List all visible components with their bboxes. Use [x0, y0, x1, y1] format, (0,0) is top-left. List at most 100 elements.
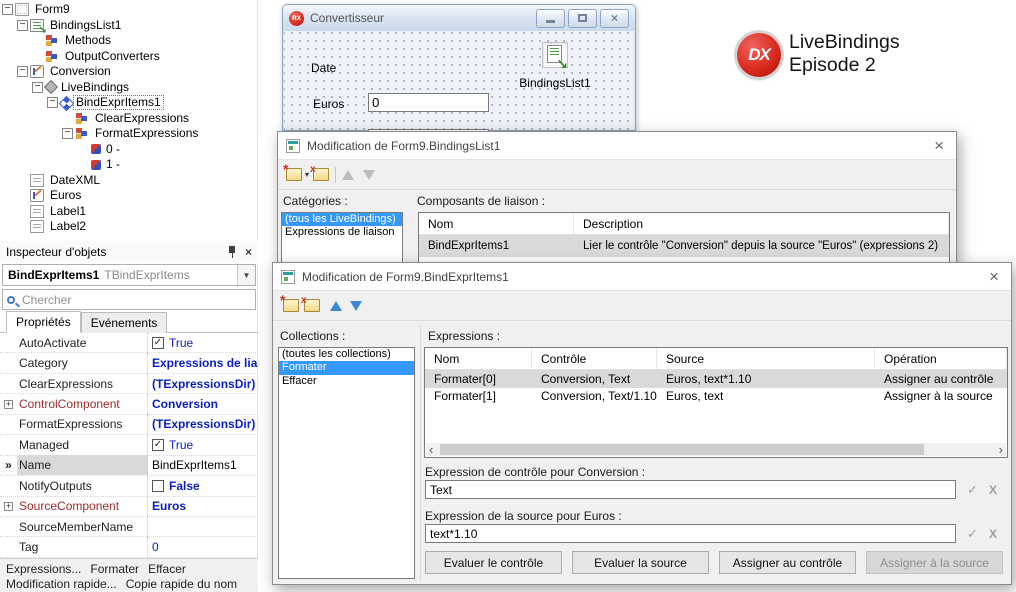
collapse-icon[interactable]: − [17, 20, 28, 31]
collapse-icon[interactable]: − [17, 66, 28, 77]
tree-node-euros[interactable]: Euros [0, 188, 258, 204]
category-item-all[interactable]: (tous les LiveBindings) [282, 213, 402, 226]
property-row-tag[interactable]: Tag 0 [0, 537, 258, 557]
bindingslist-dialog-titlebar[interactable]: Modification de Form9.BindingsList1 × [278, 132, 956, 160]
close-button[interactable]: × [600, 9, 629, 28]
cancel-x-icon[interactable]: X [989, 483, 997, 497]
scroll-right-icon[interactable]: › [999, 443, 1003, 456]
tab-evenements[interactable]: Evénements [81, 312, 168, 333]
property-row-managed[interactable]: Managed True [0, 435, 258, 455]
source-expression-input[interactable] [425, 524, 956, 543]
checkbox-checked[interactable] [152, 439, 164, 451]
tree-node-expression-1[interactable]: 1 - [0, 157, 258, 173]
bindexpritems-dialog: Modification de Form9.BindExprItems1 × *… [272, 262, 1012, 585]
property-row-notifyoutputs[interactable]: NotifyOutputs False [0, 476, 258, 496]
add-item-icon[interactable]: * [286, 168, 302, 181]
property-row-sourcecomponent[interactable]: + SourceComponent Euros [0, 497, 258, 517]
tree-node-label1[interactable]: Label1 [0, 204, 258, 220]
panel-splitter[interactable] [420, 325, 421, 581]
tree-node-form9[interactable]: − Form9 [0, 2, 258, 18]
collapse-icon[interactable]: − [62, 128, 73, 139]
scrollbar-thumb[interactable] [440, 444, 924, 455]
form-designer-surface[interactable]: Date Euros Dollars US ↘ BindingsList1 [284, 31, 634, 130]
column-header-nom[interactable]: Nom [425, 348, 532, 369]
control-expression-input[interactable] [425, 480, 956, 499]
expression-row-0[interactable]: Formater[0] Conversion, Text Euros, text… [425, 370, 1007, 388]
checkbox-checked[interactable] [152, 337, 164, 349]
inspector-search[interactable] [2, 289, 256, 310]
close-icon[interactable]: × [985, 269, 1003, 285]
apply-check-icon[interactable]: ✓ [967, 482, 978, 498]
tab-proprietes[interactable]: Propriétés [6, 311, 81, 333]
delete-item-icon[interactable]: x [304, 299, 320, 312]
tree-node-outputconverters[interactable]: OutputConverters [0, 49, 258, 65]
column-header-controle[interactable]: Contrôle [532, 348, 657, 369]
property-row-controlcomponent[interactable]: + ControlComponent Conversion [0, 394, 258, 414]
property-row-autoactivate[interactable]: AutoActivate True [0, 333, 258, 353]
chevron-down-icon[interactable]: ▾ [305, 170, 309, 179]
property-row-clearexpressions[interactable]: ClearExpressions (TExpressionsDir) [0, 374, 258, 394]
minimize-button[interactable] [536, 9, 565, 28]
tree-node-conversion[interactable]: − Conversion [0, 64, 258, 80]
assign-source-button[interactable]: Assigner à la source [866, 551, 1003, 574]
delete-item-icon[interactable]: x [313, 168, 329, 181]
tree-node-bindexpritems1[interactable]: − BindExprItems1 [0, 95, 258, 111]
collapse-icon[interactable]: − [2, 4, 13, 15]
add-item-icon[interactable]: * [283, 299, 299, 312]
collapse-icon[interactable]: − [47, 97, 58, 108]
column-header-description[interactable]: Description [574, 213, 949, 234]
collection-item-all[interactable]: (toutes les collections) [279, 348, 414, 361]
search-input[interactable] [20, 292, 251, 308]
property-row-name[interactable]: » Name BindExprItems1 [0, 456, 258, 476]
tree-node-livebindings[interactable]: − LiveBindings [0, 80, 258, 96]
footer-link-modification-rapide[interactable]: Modification rapide... [6, 577, 117, 591]
object-selector[interactable]: BindExprItems1 TBindExprItems ▼ [2, 264, 256, 286]
move-up-icon[interactable] [342, 170, 354, 180]
component-row-bindexpritems1[interactable]: BindExprItems1 Lier le contrôle "Convers… [419, 235, 949, 257]
collection-item-effacer[interactable]: Effacer [279, 375, 414, 388]
tree-node-expression-0[interactable]: 0 - [0, 142, 258, 158]
evaluate-source-button[interactable]: Evaluer la source [572, 551, 709, 574]
move-down-icon[interactable] [363, 170, 375, 180]
property-row-sourcemembername[interactable]: SourceMemberName [0, 517, 258, 537]
tree-node-formatexpressions[interactable]: − FormatExpressions [0, 126, 258, 142]
dropdown-button[interactable]: ▼ [237, 265, 255, 285]
property-row-formatexpressions[interactable]: FormatExpressions (TExpressionsDir) [0, 415, 258, 435]
maximize-button[interactable] [568, 9, 597, 28]
converter-titlebar[interactable]: RX Convertisseur × [283, 5, 635, 31]
expression-row-1[interactable]: Formater[1] Conversion, Text/1.10 Euros,… [425, 388, 1007, 406]
collection-item-formater[interactable]: Formater [279, 361, 414, 374]
evaluate-control-button[interactable]: Evaluer le contrôle [425, 551, 562, 574]
footer-link-formater[interactable]: Formater [90, 562, 139, 576]
tree-node-bindingslist1[interactable]: − BindingsList1 [0, 18, 258, 34]
assign-control-button[interactable]: Assigner au contrôle [719, 551, 856, 574]
bindexpritems-dialog-titlebar[interactable]: Modification de Form9.BindExprItems1 × [273, 263, 1011, 291]
tree-node-clearexpressions[interactable]: ClearExpressions [0, 111, 258, 127]
move-down-icon[interactable] [350, 301, 362, 311]
category-item-expressions[interactable]: Expressions de liaison [282, 226, 402, 239]
euros-input[interactable] [368, 93, 489, 112]
close-icon[interactable]: × [245, 246, 252, 258]
scroll-left-icon[interactable]: ‹ [429, 443, 433, 456]
close-icon[interactable]: × [930, 138, 948, 154]
pin-icon[interactable] [228, 246, 237, 258]
footer-link-expressions[interactable]: Expressions... [6, 562, 81, 576]
checkbox-unchecked[interactable] [152, 480, 164, 492]
cancel-x-icon[interactable]: X [989, 527, 997, 541]
tree-node-label2[interactable]: Label2 [0, 219, 258, 235]
apply-check-icon[interactable]: ✓ [967, 526, 978, 542]
tree-node-datexml[interactable]: DateXML [0, 173, 258, 189]
property-row-category[interactable]: Category Expressions de liaison [0, 353, 258, 373]
column-header-nom[interactable]: Nom [419, 213, 574, 234]
footer-link-effacer[interactable]: Effacer [148, 562, 186, 576]
bindingslist-component-icon[interactable]: ↘ [542, 42, 568, 68]
property-name: AutoActivate [17, 333, 148, 353]
move-up-icon[interactable] [330, 301, 342, 311]
column-header-operation[interactable]: Opération [875, 348, 1007, 369]
horizontal-scrollbar[interactable]: ‹ › [426, 443, 1006, 456]
column-header-source[interactable]: Source [657, 348, 875, 369]
expand-plus-icon[interactable]: + [0, 400, 17, 409]
expand-plus-icon[interactable]: + [0, 502, 17, 511]
footer-link-copie-rapide[interactable]: Copie rapide du nom [126, 577, 237, 591]
collapse-icon[interactable]: − [32, 82, 43, 93]
